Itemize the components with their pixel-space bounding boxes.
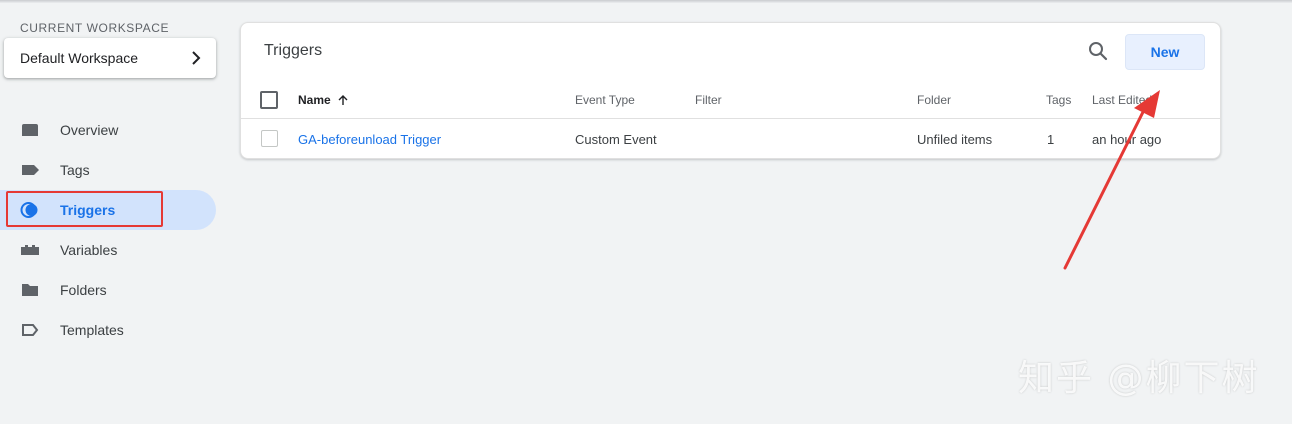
sidebar-item-tags[interactable]: Tags	[0, 150, 216, 190]
workspace-label: CURRENT WORKSPACE	[20, 21, 170, 35]
page-title: Triggers	[264, 42, 323, 59]
sidebar-item-variables[interactable]: Variables	[0, 230, 216, 270]
sidebar-nav: Overview Tags Triggers Variables Folders	[0, 110, 216, 350]
trigger-icon	[20, 200, 40, 220]
column-header-label: Name	[298, 93, 331, 107]
watermark: 知乎 @柳下树	[1018, 358, 1260, 399]
sidebar-item-label: Overview	[60, 122, 119, 138]
workspace-name: Default Workspace	[20, 50, 139, 66]
variables-icon	[20, 240, 40, 260]
sidebar-item-label: Tags	[60, 162, 90, 178]
column-header-filter[interactable]: Filter	[695, 93, 722, 107]
cell-event-type: Custom Event	[575, 132, 657, 147]
sidebar-item-label: Variables	[60, 242, 118, 258]
column-header-event-type[interactable]: Event Type	[575, 93, 635, 107]
template-icon	[20, 320, 40, 340]
sort-ascending-icon	[338, 95, 348, 105]
workspace-selector[interactable]: Default Workspace	[4, 38, 216, 78]
sidebar-item-label: Templates	[60, 322, 124, 338]
sidebar-item-overview[interactable]: Overview	[0, 110, 216, 150]
select-all-checkbox[interactable]	[260, 91, 278, 109]
folder-icon	[20, 280, 40, 300]
search-icon[interactable]	[1087, 40, 1109, 62]
chevron-right-icon	[192, 51, 201, 65]
sidebar-item-triggers[interactable]: Triggers	[0, 190, 216, 230]
cell-folder: Unfiled items	[917, 132, 993, 147]
new-button[interactable]: New	[1125, 34, 1205, 70]
column-header-name[interactable]: Name	[298, 93, 349, 107]
sidebar-item-label: Folders	[60, 282, 107, 298]
top-shadow	[0, 0, 1292, 3]
overview-icon	[20, 120, 40, 140]
sidebar-item-label: Triggers	[60, 202, 116, 218]
sidebar-item-templates[interactable]: Templates	[0, 310, 216, 350]
annotation-arrow	[1063, 90, 1160, 270]
column-header-folder[interactable]: Folder	[917, 93, 951, 107]
row-checkbox[interactable]	[261, 130, 278, 147]
tag-icon	[20, 160, 40, 180]
sidebar-item-folders[interactable]: Folders	[0, 270, 216, 310]
trigger-name-link[interactable]: GA-beforeunload Trigger	[298, 132, 441, 147]
